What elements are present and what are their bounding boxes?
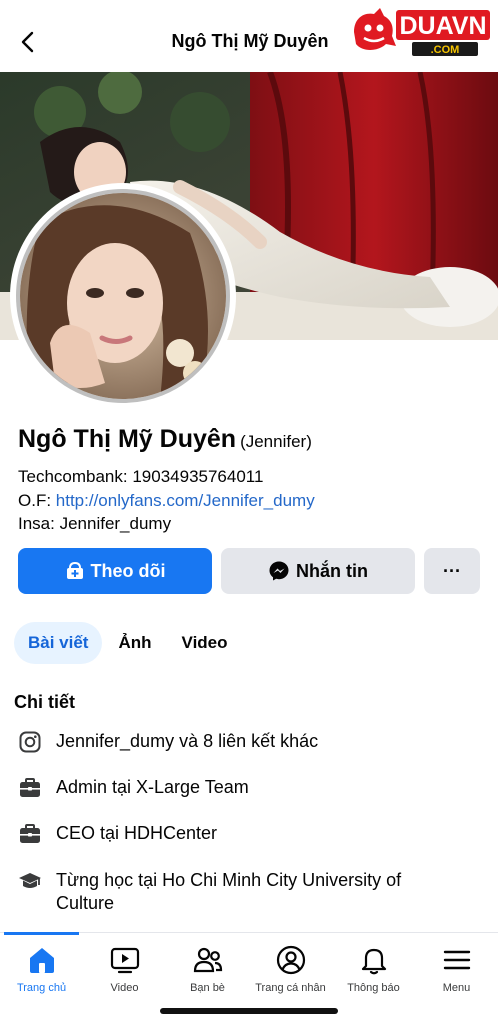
profile-name-line: Ngô Thị Mỹ Duyên (Jennifer) — [18, 425, 312, 454]
detail-item-education: Từng học tại Ho Chi Minh City University… — [18, 869, 456, 915]
nav-label: Bạn bè — [190, 982, 225, 994]
follow-button[interactable]: Theo dõi — [18, 548, 212, 594]
profile-bio: Techcombank: 19034935764011 O.F: http://… — [18, 465, 315, 536]
detail-item-work-2: CEO tại HDHCenter — [18, 822, 456, 846]
more-options-button[interactable]: ··· — [424, 548, 480, 594]
tab-photos[interactable]: Ảnh — [104, 622, 165, 664]
profile-tabs: Bài viết Ảnh Video — [14, 622, 244, 664]
detail-text: Jennifer_dumy và 8 liên kết khác — [56, 731, 319, 751]
nav-home[interactable]: Trang chủ — [0, 932, 83, 1002]
nav-notifications[interactable]: Thông báo — [332, 933, 415, 1002]
menu-icon — [443, 950, 470, 970]
message-button[interactable]: Nhắn tin — [221, 548, 415, 594]
duavn-logo: DUAVN .COM — [350, 6, 492, 58]
message-button-label: Nhắn tin — [296, 560, 368, 581]
nav-label: Menu — [442, 982, 471, 994]
svg-text:DUAVN: DUAVN — [399, 12, 486, 40]
svg-text:.COM: .COM — [431, 44, 460, 56]
detail-item-links[interactable]: Jennifer_dumy và 8 liên kết khác — [18, 730, 456, 754]
detail-text: CEO tại HDHCenter — [56, 823, 218, 843]
top-bar: Ngô Thị Mỹ Duyên DUAVN .COM — [0, 0, 498, 72]
home-icon — [29, 948, 54, 973]
profile-name: Ngô Thị Mỹ Duyên — [18, 425, 237, 453]
bio-of-prefix: O.F: — [18, 490, 56, 510]
briefcase-icon — [20, 824, 40, 843]
more-dots-icon: ··· — [443, 560, 461, 581]
profile-icon — [276, 945, 305, 975]
tab-posts[interactable]: Bài viết — [14, 622, 103, 664]
bio-of-line: O.F: http://onlyfans.com/Jennifer_dumy — [18, 489, 315, 513]
detail-item-work-1: Admin tại X-Large Team — [18, 776, 456, 800]
profile-avatar[interactable] — [10, 183, 236, 409]
nav-menu[interactable]: Menu — [415, 933, 498, 1002]
nav-label: Trang chủ — [16, 982, 67, 994]
bio-onlyfans-link[interactable]: http://onlyfans.com/Jennifer_dumy — [56, 491, 315, 510]
nav-profile[interactable]: Trang cá nhân — [249, 933, 332, 1002]
nav-label: Thông báo — [347, 982, 400, 994]
bell-icon — [361, 948, 386, 975]
nav-friends[interactable]: Bạn bè — [166, 933, 249, 1002]
follow-icon — [66, 561, 83, 579]
friends-icon — [193, 947, 222, 973]
bio-bank-line: Techcombank: 19034935764011 — [18, 467, 264, 486]
follow-button-label: Theo dõi — [90, 560, 166, 581]
details-title: Chi tiết — [14, 692, 75, 712]
tab-videos[interactable]: Video — [168, 622, 242, 664]
detail-text: Từng học tại Ho Chi Minh City University… — [56, 870, 402, 913]
messenger-icon — [269, 561, 289, 581]
detail-text: Admin tại X-Large Team — [56, 777, 249, 797]
nav-label: Trang cá nhân — [255, 982, 326, 994]
profile-alt-name: (Jennifer) — [240, 432, 312, 451]
nav-video[interactable]: Video — [83, 933, 166, 1002]
video-icon — [110, 947, 139, 974]
graduation-cap-icon — [19, 873, 41, 888]
bio-insta-line: Insa: Jennifer_dumy — [18, 514, 172, 533]
nav-label: Video — [110, 982, 139, 994]
bottom-nav: Trang chủ Video Bạn bè Trang cá nhân Thô… — [0, 932, 498, 1002]
home-indicator — [160, 1008, 338, 1014]
briefcase-icon — [20, 778, 40, 797]
instagram-icon — [19, 731, 41, 753]
